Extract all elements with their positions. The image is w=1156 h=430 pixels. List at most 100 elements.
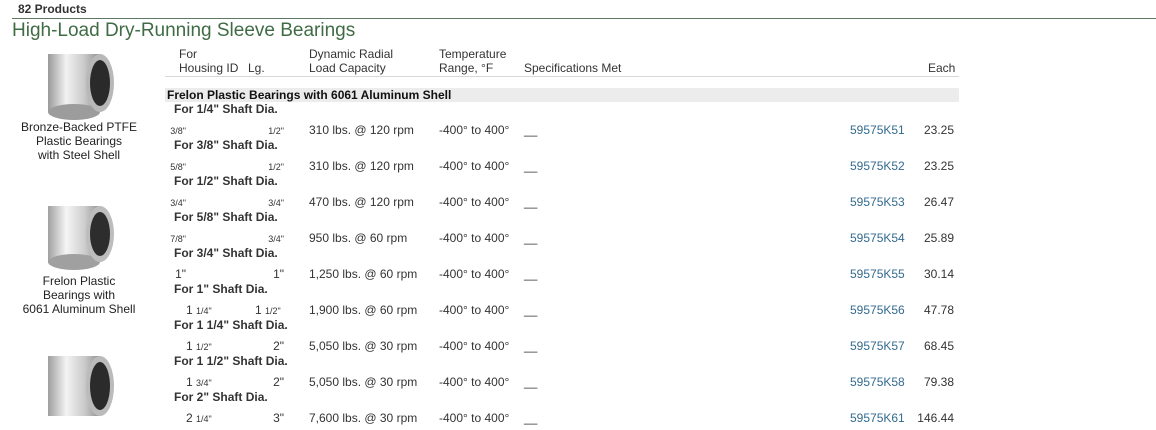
table-row: For 1 1/2" Shaft Dia. 1 3/4" 2" 5,050 lb… xyxy=(0,354,1156,390)
length-cell: 2" xyxy=(273,375,284,389)
price-cell: 47.78 xyxy=(923,303,954,317)
specifications-cell: __ xyxy=(524,339,538,353)
load-cell: 310 lbs. @ 120 rpm xyxy=(309,123,414,137)
temperature-cell: -400° to 400° xyxy=(439,411,510,425)
load-cell: 5,050 lbs. @ 30 rpm xyxy=(309,375,418,389)
table-row: For 3/8" Shaft Dia. 5/8" 1/2" 310 lbs. @… xyxy=(0,138,1156,174)
col-header-load-1: Dynamic Radial xyxy=(309,47,394,61)
load-cell: 1,900 lbs. @ 60 rpm xyxy=(309,303,418,317)
length-whole: 1 xyxy=(255,303,262,317)
housing-id-cell: 7/8" xyxy=(170,234,186,244)
length-cell: 3" xyxy=(273,411,284,425)
length-cell: 1/2" xyxy=(268,126,284,136)
section-header: Frelon Plastic Bearings with 6061 Alumin… xyxy=(165,88,959,102)
specifications-cell: __ xyxy=(524,231,538,245)
specifications-cell: __ xyxy=(524,375,538,389)
price-cell: 23.25 xyxy=(923,123,954,137)
load-cell: 1,250 lbs. @ 60 rpm xyxy=(309,267,418,281)
housing-id-cell: 3/4" xyxy=(170,198,186,208)
part-number-link[interactable]: 59575K61 xyxy=(850,411,905,425)
shaft-group-title: For 1 1/4" Shaft Dia. xyxy=(174,318,288,332)
specifications-cell: __ xyxy=(524,267,538,281)
temperature-cell: -400° to 400° xyxy=(439,303,510,317)
length-cell: 3/4" xyxy=(268,234,284,244)
housing-id-fraction: 3/4" xyxy=(196,378,212,388)
housing-id-cell: 5/8" xyxy=(170,162,186,172)
part-number-link[interactable]: 59575K57 xyxy=(850,339,905,353)
shaft-group-title: For 3/4" Shaft Dia. xyxy=(174,246,278,260)
part-number-link[interactable]: 59575K52 xyxy=(850,159,905,173)
col-header-temp-2: Range, °F xyxy=(439,61,494,75)
shaft-group-title: For 1/2" Shaft Dia. xyxy=(174,174,278,188)
product-count: 82 Products xyxy=(18,2,87,16)
section-title: Frelon Plastic Bearings with 6061 Alumin… xyxy=(167,88,452,102)
temperature-cell: -400° to 400° xyxy=(439,375,510,389)
housing-id-fraction: 1/2" xyxy=(196,342,212,352)
col-header-lg: Lg. xyxy=(248,61,265,75)
shaft-group-title: For 2" Shaft Dia. xyxy=(174,390,268,404)
price-cell: 26.47 xyxy=(923,195,954,209)
specifications-cell: __ xyxy=(524,159,538,173)
table-row: For 1/2" Shaft Dia. 3/4" 3/4" 470 lbs. @… xyxy=(0,174,1156,210)
housing-id-whole: 1 xyxy=(186,303,193,317)
price-cell: 68.45 xyxy=(923,339,954,353)
price-cell: 30.14 xyxy=(923,267,954,281)
shaft-group-title: For 3/8" Shaft Dia. xyxy=(174,138,278,152)
table-row: For 1 1/4" Shaft Dia. 1 1/2" 2" 5,050 lb… xyxy=(0,318,1156,354)
col-header-specifications: Specifications Met xyxy=(524,61,622,75)
table-row: For 3/4" Shaft Dia. 1" 1" 1,250 lbs. @ 6… xyxy=(0,246,1156,282)
temperature-cell: -400° to 400° xyxy=(439,123,510,137)
specifications-cell: __ xyxy=(524,123,538,137)
length-fraction: 1/2" xyxy=(265,306,281,316)
price-cell: 146.44 xyxy=(917,411,954,425)
specifications-cell: __ xyxy=(524,195,538,209)
housing-id-whole: 2 xyxy=(186,411,193,425)
table-row: For 1/4" Shaft Dia. 3/8" 1/2" 310 lbs. @… xyxy=(0,102,1156,138)
load-cell: 470 lbs. @ 120 rpm xyxy=(309,195,414,209)
load-cell: 7,600 lbs. @ 30 rpm xyxy=(309,411,418,425)
housing-id-cell: 1" xyxy=(175,267,186,281)
housing-id-fraction: 1/4" xyxy=(196,414,212,424)
shaft-group-title: For 1 1/2" Shaft Dia. xyxy=(174,354,288,368)
table-row: For 2" Shaft Dia. 2 1/4" 3" 7,600 lbs. @… xyxy=(0,390,1156,425)
part-number-link[interactable]: 59575K56 xyxy=(850,303,905,317)
specifications-cell: __ xyxy=(524,411,538,425)
housing-id-whole: 1 xyxy=(186,375,193,389)
load-cell: 950 lbs. @ 60 rpm xyxy=(309,231,408,245)
page-title: High-Load Dry-Running Sleeve Bearings xyxy=(12,20,356,41)
part-number-link[interactable]: 59575K55 xyxy=(850,267,905,281)
header-divider xyxy=(165,76,959,77)
part-number-link[interactable]: 59575K53 xyxy=(850,195,905,209)
col-header-housing-id: Housing ID xyxy=(179,61,239,75)
housing-id-cell: 3/8" xyxy=(170,126,186,136)
shaft-group-title: For 1/4" Shaft Dia. xyxy=(174,102,278,116)
price-cell: 79.38 xyxy=(923,375,954,389)
length-cell: 1/2" xyxy=(268,162,284,172)
price-cell: 25.89 xyxy=(923,231,954,245)
temperature-cell: -400° to 400° xyxy=(439,339,510,353)
shaft-group-title: For 1" Shaft Dia. xyxy=(174,282,268,296)
temperature-cell: -400° to 400° xyxy=(439,267,510,281)
temperature-cell: -400° to 400° xyxy=(439,195,510,209)
part-number-link[interactable]: 59575K51 xyxy=(850,123,905,137)
col-header-load-2: Load Capacity xyxy=(309,61,386,75)
table-row: For 1" Shaft Dia. 1 1/4" 1 1/2" 1,900 lb… xyxy=(0,282,1156,318)
specifications-cell: __ xyxy=(524,303,538,317)
length-cell: 2" xyxy=(273,339,284,353)
price-cell: 23.25 xyxy=(923,159,954,173)
col-header-temp-1: Temperature xyxy=(439,47,507,61)
part-number-link[interactable]: 59575K58 xyxy=(850,375,905,389)
length-cell: 3/4" xyxy=(268,198,284,208)
table-row: For 5/8" Shaft Dia. 7/8" 3/4" 950 lbs. @… xyxy=(0,210,1156,246)
col-header-each: Each xyxy=(928,61,956,75)
title-rule xyxy=(12,18,1156,19)
temperature-cell: -400° to 400° xyxy=(439,159,510,173)
part-number-link[interactable]: 59575K54 xyxy=(850,231,905,245)
housing-id-whole: 1 xyxy=(186,339,193,353)
load-cell: 310 lbs. @ 120 rpm xyxy=(309,159,414,173)
load-cell: 5,050 lbs. @ 30 rpm xyxy=(309,339,418,353)
shaft-group-title: For 5/8" Shaft Dia. xyxy=(174,210,278,224)
length-cell: 1" xyxy=(273,267,284,281)
temperature-cell: -400° to 400° xyxy=(439,231,510,245)
housing-id-fraction: 1/4" xyxy=(196,306,212,316)
